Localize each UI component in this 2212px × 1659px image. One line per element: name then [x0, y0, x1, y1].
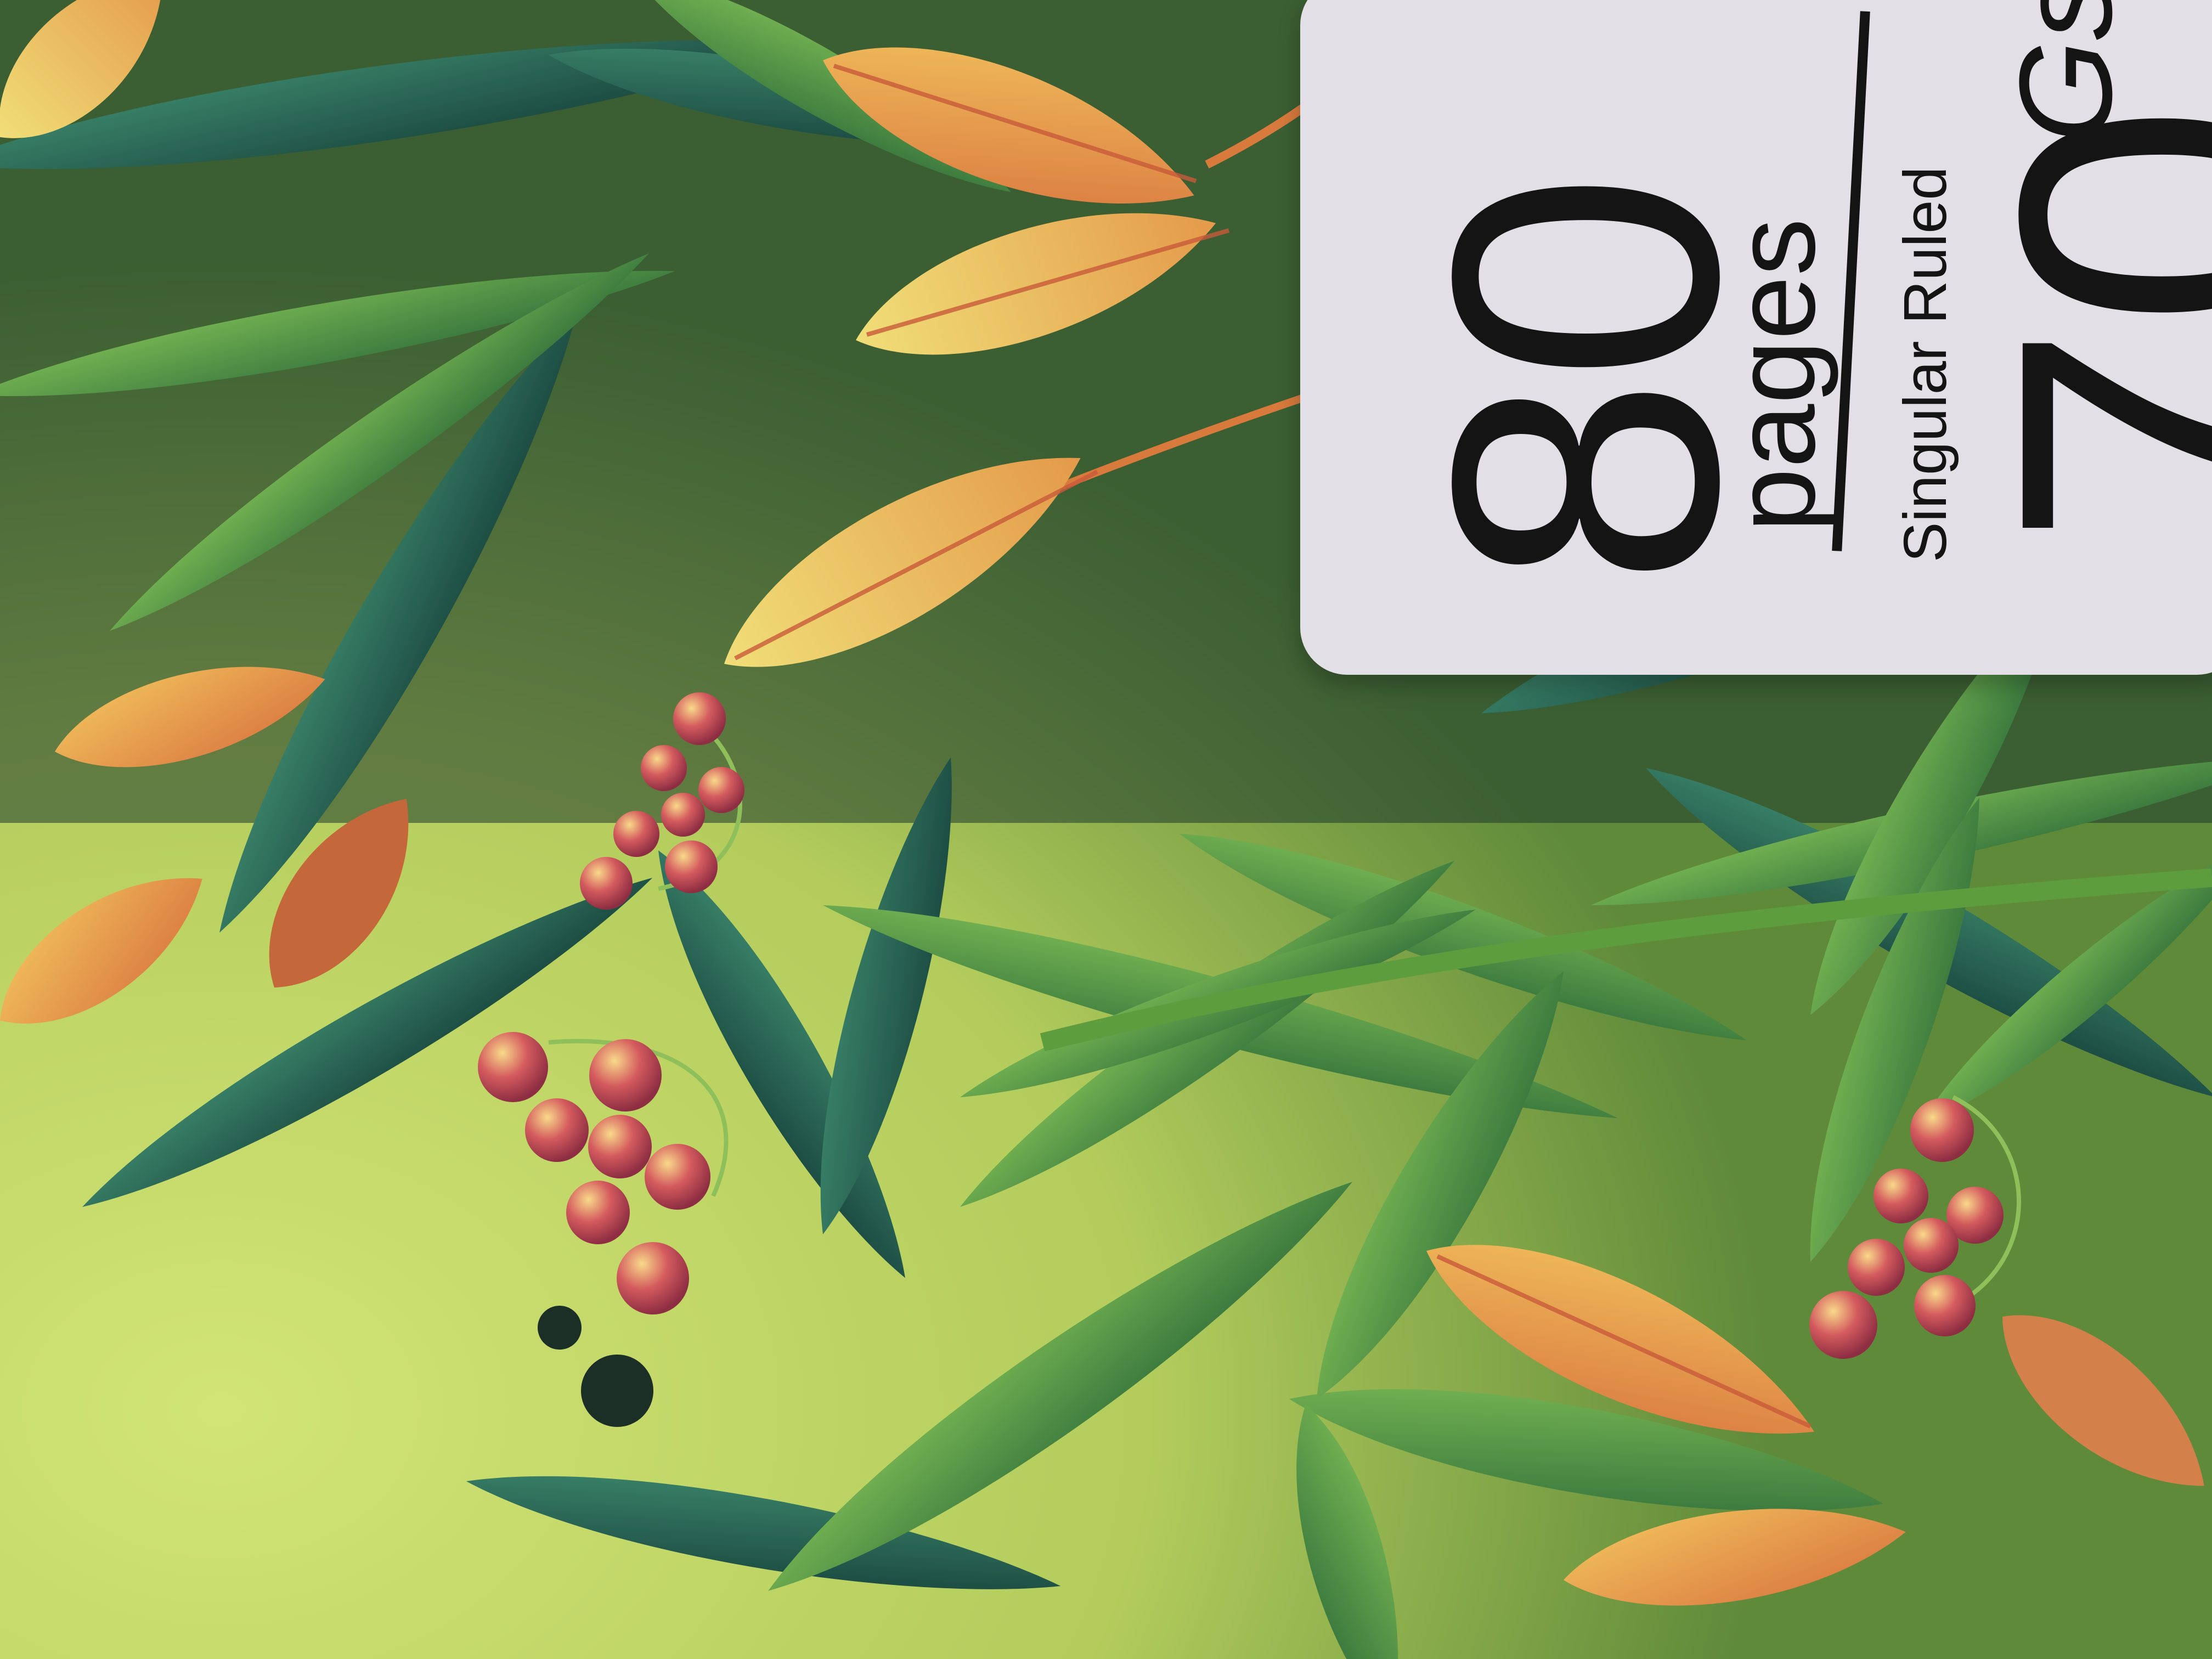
- page-unit: pages: [1710, 218, 1839, 532]
- notebook-cover-photo: 80 pages Singular Ruled Gsm 70: [0, 0, 2212, 1659]
- paper-weight: 70: [1934, 108, 2212, 549]
- notebook-info-label: 80 pages Singular Ruled Gsm 70: [1300, 0, 2212, 675]
